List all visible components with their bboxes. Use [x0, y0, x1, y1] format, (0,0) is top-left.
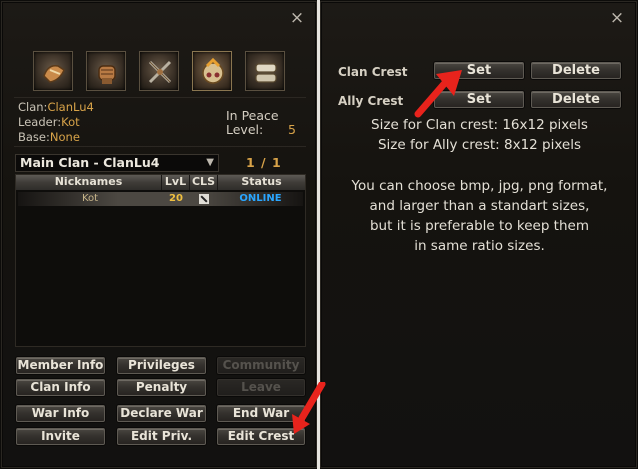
- col-nicknames[interactable]: Nicknames: [16, 175, 162, 190]
- clan-select[interactable]: Main Clan - ClanLu4 ▼: [15, 154, 219, 172]
- col-status[interactable]: Status: [218, 175, 305, 190]
- table-header: Nicknames LvL CLS Status: [16, 175, 305, 190]
- clan-level: 5: [288, 122, 296, 137]
- war-info-button[interactable]: War Info: [16, 405, 105, 422]
- page-indicator: 1 / 1: [246, 155, 282, 170]
- end-war-button[interactable]: End War: [217, 405, 305, 422]
- clan-name: ClanLu4: [47, 100, 94, 114]
- privileges-button[interactable]: Privileges: [117, 357, 206, 374]
- delete-clan-crest-button[interactable]: Delete: [531, 62, 621, 79]
- format-note-line: You can choose bmp, jpg, png format,: [351, 178, 608, 194]
- clan-window: × Clan:ClanLu4 Leader:Kot Base:None In P…: [1, 1, 317, 468]
- close-icon[interactable]: ×: [609, 10, 625, 27]
- leader-name: Kot: [61, 115, 80, 129]
- invite-button[interactable]: Invite: [16, 428, 105, 445]
- clan-select-value: Main Clan - ClanLu4: [20, 155, 160, 170]
- set-clan-crest-button[interactable]: Set: [434, 62, 524, 79]
- rank-up-icon[interactable]: [192, 51, 232, 91]
- leave-button[interactable]: Leave: [217, 379, 305, 396]
- level-label: Level:: [226, 122, 264, 137]
- ally-crest-size-text: Size for Ally crest: 8x12 pixels: [377, 137, 582, 153]
- crest-window: × Clan Crest Ally Crest Set Delete Set D…: [320, 1, 637, 468]
- edit-priv-button[interactable]: Edit Priv.: [117, 428, 206, 445]
- close-icon[interactable]: ×: [289, 10, 305, 27]
- member-info-button[interactable]: Member Info: [16, 357, 105, 374]
- base-row: Base:None: [18, 130, 80, 144]
- clan-crest-label: Clan Crest: [338, 65, 408, 79]
- clan-crest-size-text: Size for Clan crest: 16x12 pixels: [371, 117, 588, 133]
- delete-ally-crest-button[interactable]: Delete: [531, 91, 621, 108]
- clan-label: Clan:: [18, 100, 48, 114]
- format-note-line: in same ratio sizes.: [414, 238, 545, 254]
- member-table: Nicknames LvL CLS Status Kot 20 ONLINE: [15, 174, 306, 347]
- declare-war-button[interactable]: Declare War: [117, 405, 206, 422]
- crossed-swords-icon[interactable]: [139, 51, 179, 91]
- col-level[interactable]: LvL: [162, 175, 190, 190]
- community-button[interactable]: Community: [217, 357, 305, 374]
- fist-icon[interactable]: [86, 51, 126, 91]
- clan-info-area: Clan:ClanLu4 Leader:Kot Base:None In Pea…: [14, 97, 306, 147]
- penalty-button[interactable]: Penalty: [117, 379, 206, 396]
- chevron-down-icon[interactable]: ▼: [206, 155, 214, 171]
- member-class: [190, 192, 218, 206]
- scrolls-icon[interactable]: [245, 51, 285, 91]
- clan-info-button[interactable]: Clan Info: [16, 379, 105, 396]
- edit-crest-button[interactable]: Edit Crest: [217, 428, 305, 445]
- peace-status: In Peace: [226, 108, 279, 123]
- set-ally-crest-button[interactable]: Set: [434, 91, 524, 108]
- crest-icons-row: [33, 51, 285, 91]
- member-nickname: Kot: [81, 193, 99, 204]
- format-note-line: but it is preferable to keep them: [369, 218, 589, 234]
- col-class[interactable]: CLS: [190, 175, 218, 190]
- table-row[interactable]: Kot 20 ONLINE: [18, 192, 303, 206]
- class-icon: [199, 194, 209, 204]
- member-status: ONLINE: [239, 193, 282, 204]
- leader-row: Leader:Kot: [18, 115, 80, 129]
- base-value: None: [49, 130, 80, 144]
- clan-name-row: Clan:ClanLu4: [18, 100, 94, 114]
- format-note-line: and larger than a standart sizes,: [369, 198, 590, 214]
- base-label: Base:: [18, 130, 50, 144]
- scroll-hand-icon[interactable]: [33, 51, 73, 91]
- member-level: 20: [169, 193, 183, 204]
- ally-crest-label: Ally Crest: [338, 94, 404, 108]
- leader-label: Leader:: [18, 115, 62, 129]
